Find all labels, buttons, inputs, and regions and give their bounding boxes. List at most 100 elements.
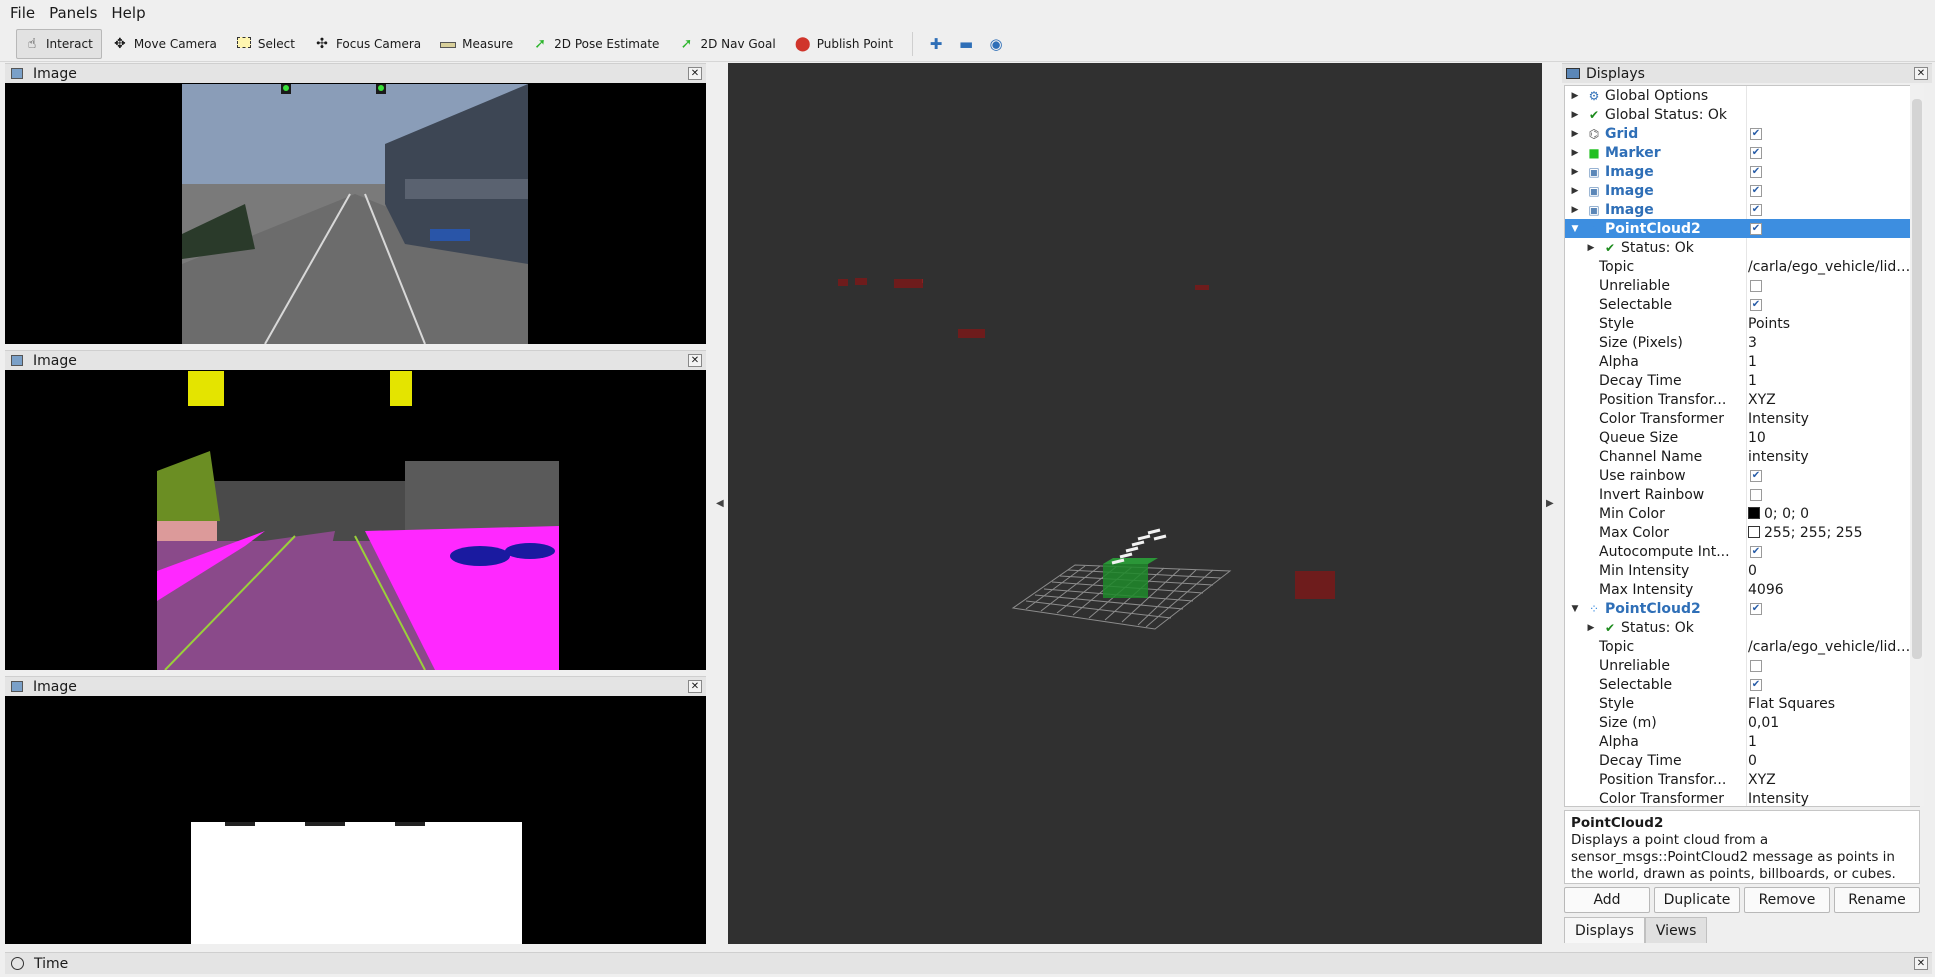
close-icon[interactable]: ✕ xyxy=(688,67,702,80)
collapse-right-arrow-icon[interactable]: ▶ xyxy=(1546,498,1554,509)
property-value[interactable]: XYZ xyxy=(1748,392,1918,408)
property-value[interactable]: intensity xyxy=(1748,449,1918,465)
tree-row-color-transformer[interactable]: Color Transformer Intensity xyxy=(1565,789,1919,807)
eye-icon[interactable]: ◉ xyxy=(981,29,1011,59)
pose-estimate-tool-button[interactable]: ➚ 2D Pose Estimate xyxy=(524,29,668,59)
property-value[interactable]: 1 xyxy=(1748,354,1918,370)
tree-row-queue-size[interactable]: Queue Size 10 xyxy=(1565,428,1919,447)
tree-row-size[interactable]: Size (Pixels) 3 xyxy=(1565,333,1919,352)
expand-right-arrow-icon[interactable]: ▶ xyxy=(1569,205,1581,215)
tree-row-topic[interactable]: Topic/carla/ego_vehicle/lida... xyxy=(1565,637,1919,656)
property-value[interactable]: 1 xyxy=(1748,734,1918,750)
tree-row-image[interactable]: ▶ ▣ Image ✔ xyxy=(1565,181,1919,200)
select-tool-button[interactable]: Select xyxy=(228,29,304,59)
property-value[interactable]: 1 xyxy=(1748,373,1918,389)
expand-down-arrow-icon[interactable]: ▼ xyxy=(1569,604,1581,614)
tree-row-marker[interactable]: ▶ ■ Marker ✔ xyxy=(1565,143,1919,162)
checkbox[interactable] xyxy=(1750,659,1762,672)
tab-displays[interactable]: Displays xyxy=(1564,917,1645,943)
tree-row-autocompute-intensity[interactable]: Autocompute Int... ✔ xyxy=(1565,542,1919,561)
property-value[interactable]: Intensity xyxy=(1748,411,1918,427)
checkbox[interactable]: ✔ xyxy=(1750,602,1762,615)
close-icon[interactable]: ✕ xyxy=(1914,67,1928,80)
expand-right-arrow-icon[interactable]: ▶ xyxy=(1569,167,1581,177)
tree-row-use-rainbow[interactable]: Use rainbow ✔ xyxy=(1565,466,1919,485)
tree-scrollbar[interactable] xyxy=(1910,85,1924,806)
property-value[interactable]: 0 xyxy=(1748,563,1918,579)
add-tool-icon[interactable]: ✚ xyxy=(921,29,951,59)
tree-row-global-options[interactable]: ▶ ⚙ Global Options xyxy=(1565,86,1919,105)
tree-row-pointcloud2[interactable]: ▼ ⁘ PointCloud2 ✔ xyxy=(1565,599,1919,618)
property-value[interactable]: /carla/ego_vehicle/lida... xyxy=(1748,259,1918,275)
property-value[interactable]: 0,01 xyxy=(1748,715,1918,731)
checkbox[interactable]: ✔ xyxy=(1750,184,1762,197)
tree-row-size[interactable]: Size (m) 0,01 xyxy=(1565,713,1919,732)
tree-row-image[interactable]: ▶ ▣ Image ✔ xyxy=(1565,162,1919,181)
property-value[interactable]: 0; 0; 0 xyxy=(1748,506,1918,522)
close-icon[interactable]: ✕ xyxy=(688,680,702,693)
checkbox[interactable]: ✔ xyxy=(1750,222,1762,235)
property-value[interactable]: XYZ xyxy=(1748,772,1918,788)
expand-right-arrow-icon[interactable]: ▶ xyxy=(1569,110,1581,120)
tree-row-style[interactable]: Style Flat Squares xyxy=(1565,694,1919,713)
tree-row-min-intensity[interactable]: Min Intensity 0 xyxy=(1565,561,1919,580)
duplicate-button[interactable]: Duplicate xyxy=(1654,887,1740,913)
checkbox[interactable]: ✔ xyxy=(1750,146,1762,159)
tree-row-position-transformer[interactable]: Position Transfor... XYZ xyxy=(1565,770,1919,789)
expand-right-arrow-icon[interactable]: ▶ xyxy=(1585,243,1597,253)
checkbox[interactable]: ✔ xyxy=(1750,298,1762,311)
tree-row-max-intensity[interactable]: Max Intensity 4096 xyxy=(1565,580,1919,599)
checkbox[interactable]: ✔ xyxy=(1750,678,1762,691)
add-button[interactable]: Add xyxy=(1564,887,1650,913)
tree-row-decay-time[interactable]: Decay Time 1 xyxy=(1565,371,1919,390)
tree-row-channel-name[interactable]: Channel Name intensity xyxy=(1565,447,1919,466)
tree-row-alpha[interactable]: Alpha 1 xyxy=(1565,352,1919,371)
tree-row-invert-rainbow[interactable]: Invert Rainbow xyxy=(1565,485,1919,504)
remove-tool-icon[interactable]: ▬ xyxy=(951,29,981,59)
tree-row-topic[interactable]: Topic/carla/ego_vehicle/lida... xyxy=(1565,257,1919,276)
expand-right-arrow-icon[interactable]: ▶ xyxy=(1585,623,1597,633)
tree-row-selectable[interactable]: Selectable ✔ xyxy=(1565,675,1919,694)
collapse-left-arrow-icon[interactable]: ◀ xyxy=(716,498,724,509)
tree-row-global-status[interactable]: ▶ ✔ Global Status: Ok xyxy=(1565,105,1919,124)
expand-right-arrow-icon[interactable]: ▶ xyxy=(1569,148,1581,158)
checkbox[interactable]: ✔ xyxy=(1750,469,1762,482)
tab-views[interactable]: Views xyxy=(1644,917,1708,943)
property-value[interactable]: 10 xyxy=(1748,430,1918,446)
expand-right-arrow-icon[interactable]: ▶ xyxy=(1569,129,1581,139)
tree-row-status[interactable]: ▶ ✔ Status: Ok xyxy=(1565,618,1919,637)
checkbox[interactable] xyxy=(1750,279,1762,292)
tree-row-grid[interactable]: ▶ ⌬ Grid ✔ xyxy=(1565,124,1919,143)
property-value[interactable]: 4096 xyxy=(1748,582,1918,598)
property-value[interactable]: Points xyxy=(1748,316,1918,332)
close-icon[interactable]: ✕ xyxy=(688,354,702,367)
menu-file[interactable]: File xyxy=(10,4,35,22)
tree-row-unreliable[interactable]: Unreliable xyxy=(1565,656,1919,675)
tree-row-status[interactable]: ▶ ✔ Status: Ok xyxy=(1565,238,1919,257)
measure-tool-button[interactable]: Measure xyxy=(432,29,522,59)
tree-row-image[interactable]: ▶ ▣ Image ✔ xyxy=(1565,200,1919,219)
tree-row-decay-time[interactable]: Decay Time 0 xyxy=(1565,751,1919,770)
close-icon[interactable]: ✕ xyxy=(1914,957,1928,970)
property-value[interactable]: 3 xyxy=(1748,335,1918,351)
displays-tree[interactable]: ▶ ⚙ Global Options ▶ ✔ Global Status: Ok ▶ ⌬ Gri… xyxy=(1564,85,1920,807)
tree-row-min-color[interactable]: Min Color 0; 0; 0 xyxy=(1565,504,1919,523)
checkbox[interactable]: ✔ xyxy=(1750,165,1762,178)
tree-row-max-color[interactable]: Max Color 255; 255; 255 xyxy=(1565,523,1919,542)
property-value[interactable]: Intensity xyxy=(1748,791,1918,807)
nav-goal-tool-button[interactable]: ➚ 2D Nav Goal xyxy=(670,29,784,59)
checkbox[interactable] xyxy=(1750,488,1762,501)
property-value[interactable]: /carla/ego_vehicle/lida... xyxy=(1748,639,1918,655)
tree-row-selectable[interactable]: Selectable ✔ xyxy=(1565,295,1919,314)
checkbox[interactable]: ✔ xyxy=(1750,127,1762,140)
publish-point-tool-button[interactable]: ⬤ Publish Point xyxy=(787,29,902,59)
tree-row-unreliable[interactable]: Unreliable xyxy=(1565,276,1919,295)
scrollbar-thumb[interactable] xyxy=(1912,99,1922,659)
remove-button[interactable]: Remove xyxy=(1744,887,1830,913)
expand-right-arrow-icon[interactable]: ▶ xyxy=(1569,91,1581,101)
property-value[interactable]: Flat Squares xyxy=(1748,696,1918,712)
property-value[interactable]: 0 xyxy=(1748,753,1918,769)
expand-down-arrow-icon[interactable]: ▼ xyxy=(1569,224,1581,234)
tree-row-alpha[interactable]: Alpha 1 xyxy=(1565,732,1919,751)
tree-row-pointcloud2[interactable]: ▼ ⁘ PointCloud2 ✔ xyxy=(1565,219,1919,238)
